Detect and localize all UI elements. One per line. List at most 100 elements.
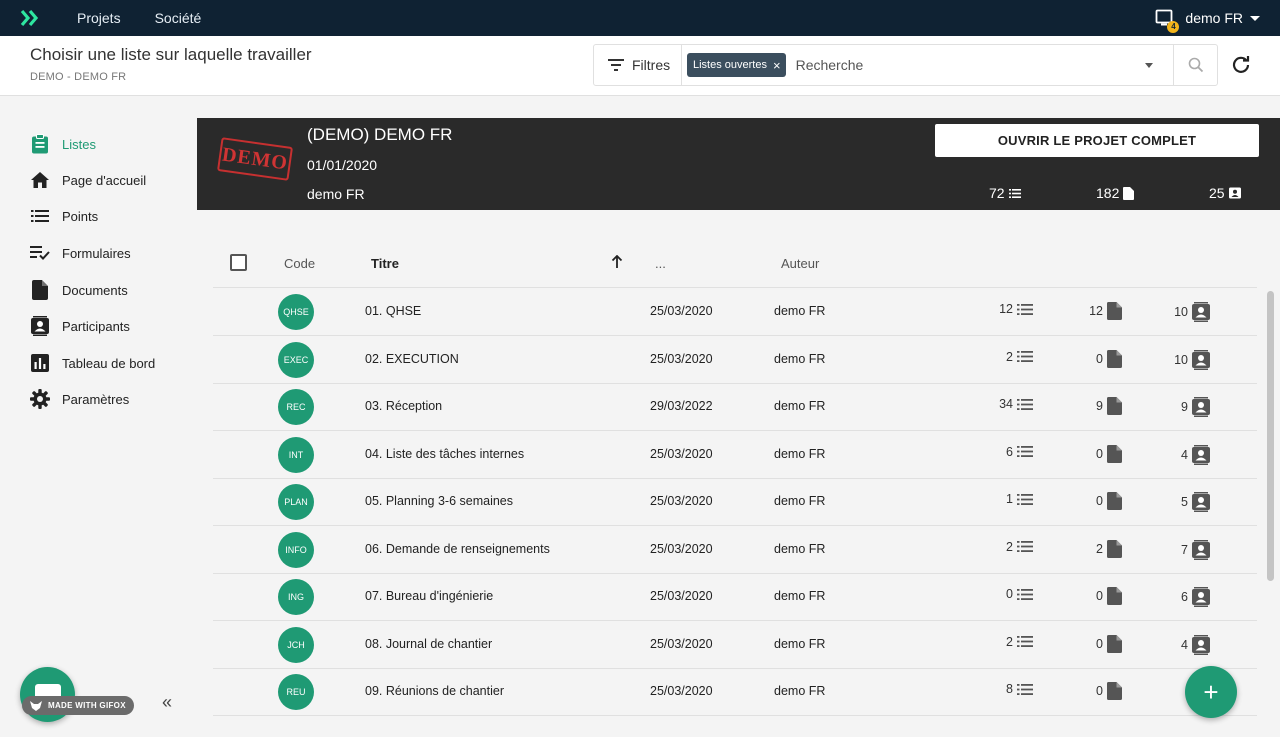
- documents-count: 0: [1096, 351, 1103, 366]
- scrollbar[interactable]: [1267, 291, 1274, 581]
- open-full-project-button[interactable]: OUVRIR LE PROJET COMPLET: [935, 124, 1259, 157]
- device-icon[interactable]: 4: [1155, 9, 1180, 33]
- document-icon: [1107, 634, 1122, 653]
- list-participants-count: 4: [1168, 444, 1210, 465]
- contact-icon: [1192, 492, 1210, 512]
- list-participants-count: 5: [1168, 492, 1210, 512]
- list-date: 29/03/2022: [650, 399, 713, 413]
- sidebar-item-points[interactable]: Points: [30, 205, 98, 227]
- list-date: 25/03/2020: [650, 446, 713, 461]
- table-row[interactable]: INFO 06. Demande de renseignements 25/03/2…: [213, 526, 1257, 574]
- breadcrumb: DEMO - DEMO FR: [30, 71, 127, 83]
- gear-icon: [30, 389, 50, 409]
- search-button[interactable]: [1173, 45, 1217, 85]
- table-row[interactable]: EXEC 02. EXECUTION 25/03/2020 demo FR 2 0 10: [213, 336, 1257, 384]
- sidebar-item-label: Paramètres: [62, 391, 130, 407]
- sidebar-item-label: Points: [62, 208, 99, 224]
- list-participants-count: 10: [1168, 302, 1210, 322]
- list-title: 01. QHSE: [365, 304, 422, 318]
- contact-icon: [1228, 187, 1241, 199]
- sidebar-item-label: Page d'accueil: [62, 172, 147, 188]
- documents-count: 0: [1096, 684, 1103, 698]
- top-navbar: Projets Société 4 demo FR: [0, 0, 1280, 36]
- filter-chip-label: Listes ouvertes: [693, 59, 767, 71]
- demo-stamp: DEMO: [216, 137, 294, 181]
- collapse-sidebar-icon[interactable]: «: [162, 692, 182, 712]
- contact-icon: [1192, 539, 1210, 560]
- list-documents-count: 0: [1083, 634, 1122, 653]
- sidebar-item-parametres[interactable]: Paramètres: [30, 388, 129, 410]
- list-points-count: 2: [993, 350, 1033, 364]
- table-row[interactable]: QHSE 01. QHSE 25/03/2020 demo FR 12 12 10: [213, 288, 1257, 336]
- filters-button[interactable]: Filtres: [594, 45, 682, 85]
- sort-ascending-icon[interactable]: [611, 254, 623, 274]
- list-date: 25/03/2020: [650, 541, 713, 556]
- app-logo-icon[interactable]: [20, 7, 42, 29]
- list-icon: [30, 206, 50, 226]
- chevron-down-icon[interactable]: [1250, 15, 1260, 21]
- participants-count: 4: [1181, 637, 1188, 652]
- participants-count: 7: [1181, 542, 1188, 557]
- sidebar-item-participants[interactable]: Participants: [30, 315, 130, 337]
- table-row[interactable]: JCH 08. Journal de chantier 25/03/2020 demo…: [213, 621, 1257, 669]
- sidebar-item-documents[interactable]: Documents: [30, 279, 128, 301]
- search-input[interactable]: [795, 57, 1126, 73]
- chip-close-icon[interactable]: ×: [773, 58, 781, 73]
- points-count: 2: [1006, 349, 1013, 364]
- list-points-count: 12: [993, 302, 1033, 316]
- filters-label: Filtres: [632, 57, 671, 73]
- list-points-count: 0: [993, 587, 1033, 601]
- list-code-avatar: ING: [278, 579, 314, 615]
- table-row[interactable]: INT 04. Liste des tâches internes 25/03/20…: [213, 431, 1257, 479]
- dropdown-caret-icon[interactable]: [1145, 63, 1153, 68]
- documents-count: 182: [1096, 185, 1120, 201]
- user-name[interactable]: demo FR: [1185, 10, 1243, 26]
- column-header-code[interactable]: Code: [284, 256, 315, 271]
- list-title: 03. Réception: [365, 399, 443, 413]
- search-icon: [1188, 57, 1203, 73]
- sidebar-item-formulaires[interactable]: Formulaires: [30, 242, 131, 264]
- chart-icon: [30, 353, 50, 373]
- list-author: demo FR: [774, 304, 826, 318]
- select-all-checkbox[interactable]: [230, 254, 247, 271]
- sidebar-item-listes[interactable]: Listes: [30, 133, 96, 155]
- column-header-date[interactable]: ...: [655, 256, 666, 271]
- sidebar-item-tableau-de-bord[interactable]: Tableau de bord: [30, 352, 155, 374]
- list-icon: [1017, 541, 1033, 552]
- documents-count: 0: [1096, 636, 1103, 651]
- nav-link-projets[interactable]: Projets: [77, 10, 121, 26]
- refresh-button[interactable]: [1230, 54, 1252, 76]
- list-participants-count: 6: [1168, 587, 1210, 607]
- table-row[interactable]: REU 09. Réunions de chantier 25/03/2020 dem…: [213, 668, 1257, 716]
- documents-count: 0: [1096, 446, 1103, 461]
- project-documents-count: 182: [1096, 185, 1135, 201]
- list-title: 02. EXECUTION: [365, 351, 459, 366]
- list-author: demo FR: [774, 541, 826, 556]
- gifox-watermark: MADE WITH GIFOX: [22, 696, 134, 715]
- project-participants-count: 25: [1209, 185, 1241, 201]
- nav-link-societe[interactable]: Société: [155, 10, 202, 26]
- list-date: 25/03/2020: [650, 351, 713, 366]
- user-menu[interactable]: 4 demo FR: [1155, 0, 1260, 36]
- points-count: 0: [1006, 587, 1013, 601]
- list-title: 05. Planning 3-6 semaines: [365, 494, 514, 508]
- search-bar: Filtres Listes ouvertes ×: [593, 44, 1218, 86]
- project-banner: DEMO (DEMO) DEMO FR 01/01/2020 demo FR O…: [197, 118, 1280, 210]
- sidebar-item-label: Participants: [62, 318, 130, 334]
- clipboard-icon: [30, 134, 50, 154]
- list-code-avatar: REC: [278, 389, 314, 425]
- table-row[interactable]: PLAN 05. Planning 3-6 semaines 25/03/2020 d…: [213, 478, 1257, 526]
- list-code-avatar: PLAN: [278, 484, 314, 520]
- sidebar-item-accueil[interactable]: Page d'accueil: [30, 169, 146, 191]
- list-author: demo FR: [774, 351, 826, 366]
- list-points-count: 2: [993, 540, 1033, 554]
- document-icon: [1107, 349, 1122, 368]
- table-row[interactable]: ING 07. Bureau d'ingénierie 25/03/2020 demo…: [213, 573, 1257, 621]
- add-list-button[interactable]: +: [1185, 666, 1237, 718]
- filter-chip-listes-ouvertes: Listes ouvertes ×: [687, 53, 786, 77]
- column-header-titre[interactable]: Titre: [371, 256, 399, 271]
- table-row[interactable]: REC 03. Réception 29/03/2022 demo FR 34 9 9: [213, 383, 1257, 431]
- document-icon: [1107, 587, 1122, 605]
- project-date: 01/01/2020: [307, 157, 378, 173]
- column-header-auteur[interactable]: Auteur: [781, 256, 819, 271]
